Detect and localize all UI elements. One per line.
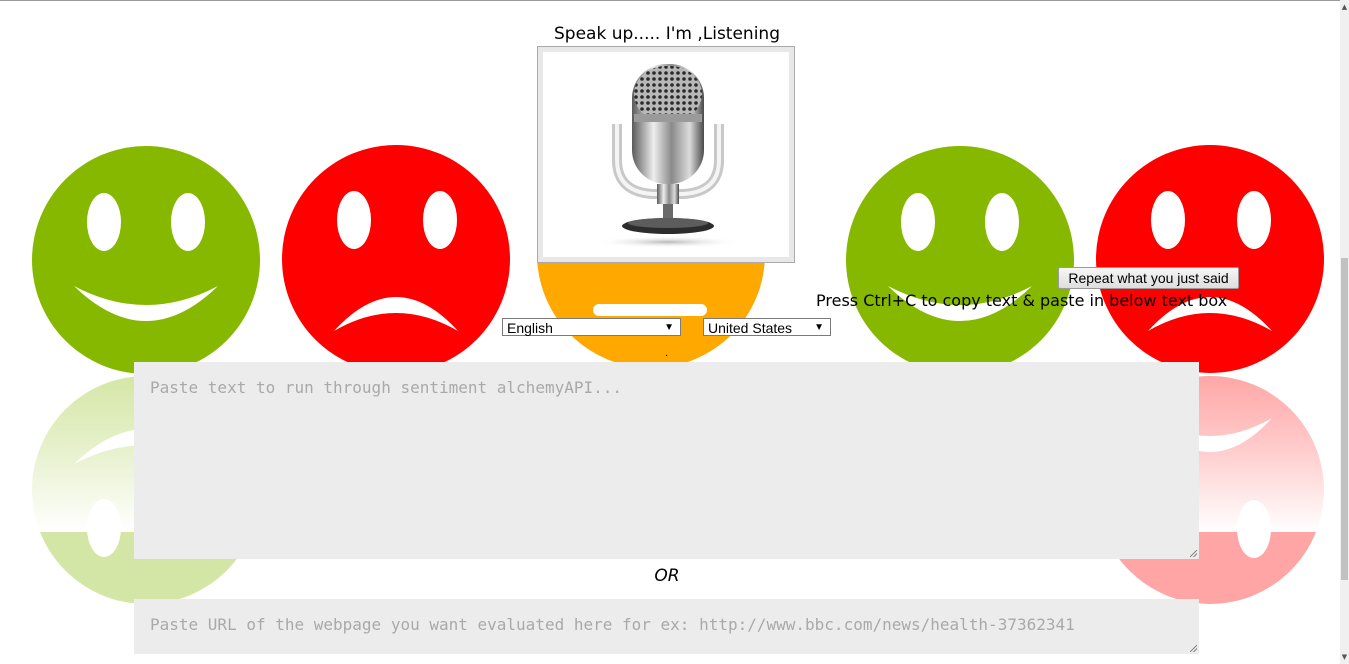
- sad-face-right: [1096, 145, 1324, 373]
- sad-face-left: [282, 145, 510, 373]
- happy-face-right: [846, 146, 1074, 374]
- url-input[interactable]: Paste URL of the webpage you want evalua…: [134, 599, 1199, 654]
- language-select[interactable]: English ▼: [502, 318, 681, 336]
- language-select-value: English: [507, 320, 553, 336]
- region-select[interactable]: United States ▼: [703, 318, 831, 336]
- status-indicator: .: [665, 348, 669, 359]
- page-title: Speak up..... I'm ,Listening: [554, 24, 780, 44]
- dropdown-arrow-icon: ▼: [814, 322, 824, 333]
- url-input-placeholder: Paste URL of the webpage you want evalua…: [150, 615, 1075, 634]
- resize-handle-icon[interactable]: [1190, 550, 1197, 557]
- vertical-scrollbar[interactable]: ▲ ▼: [1340, 0, 1349, 664]
- happy-face-left: [32, 146, 260, 374]
- sentiment-text-placeholder: Paste text to run through sentiment alch…: [150, 378, 623, 397]
- sentiment-text-input[interactable]: Paste text to run through sentiment alch…: [134, 362, 1199, 559]
- copy-hint-text: Press Ctrl+C to copy text & paste in bel…: [816, 291, 1228, 310]
- microphone-icon: [543, 52, 789, 257]
- scroll-up-arrow-icon[interactable]: ▲: [1340, 2, 1349, 12]
- repeat-button[interactable]: Repeat what you just said: [1058, 267, 1239, 289]
- microphone-button[interactable]: [537, 46, 795, 263]
- region-select-value: United States: [708, 320, 793, 336]
- or-separator: OR: [654, 566, 680, 586]
- scroll-down-arrow-icon[interactable]: ▼: [1340, 652, 1349, 662]
- window-top-border: [0, 0, 1349, 1]
- dropdown-arrow-icon: ▼: [664, 322, 674, 333]
- resize-handle-icon[interactable]: [1190, 645, 1197, 652]
- scrollbar-thumb[interactable]: [1341, 258, 1348, 580]
